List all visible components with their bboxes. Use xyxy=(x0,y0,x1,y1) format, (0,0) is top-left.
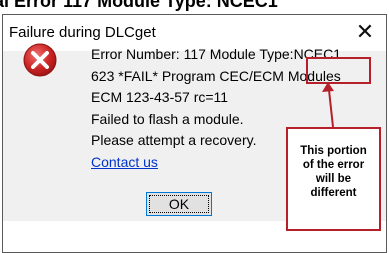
ok-button[interactable]: OK xyxy=(146,192,212,216)
error-circle-x-icon xyxy=(23,43,57,77)
close-button[interactable]: ✕ xyxy=(352,19,378,45)
annotation-line: will be xyxy=(315,173,352,185)
message-line: Error Number: 117 Module Type:NCEC1 xyxy=(91,46,342,62)
annotation-line: This portion xyxy=(300,145,367,157)
caption-text: al Error 117 Module Type: NCEC1 xyxy=(0,0,278,11)
annotation-callout: This portion of the error will be differ… xyxy=(286,127,381,231)
ok-button-label: OK xyxy=(149,195,209,213)
cropped-caption: al Error 117 Module Type: NCEC1 xyxy=(0,0,389,15)
message-line: ECM 123-43-57 rc=11 xyxy=(91,89,229,105)
dialog-title: Failure during DLCget xyxy=(9,24,156,41)
message-line: 623 *FAIL* Program CEC/ECM Modules xyxy=(91,67,341,84)
highlight-box xyxy=(306,57,371,84)
annotation-line: different xyxy=(310,187,357,199)
contact-us-link[interactable]: Contact us xyxy=(91,154,158,170)
annotation-line: of the error xyxy=(302,159,365,171)
